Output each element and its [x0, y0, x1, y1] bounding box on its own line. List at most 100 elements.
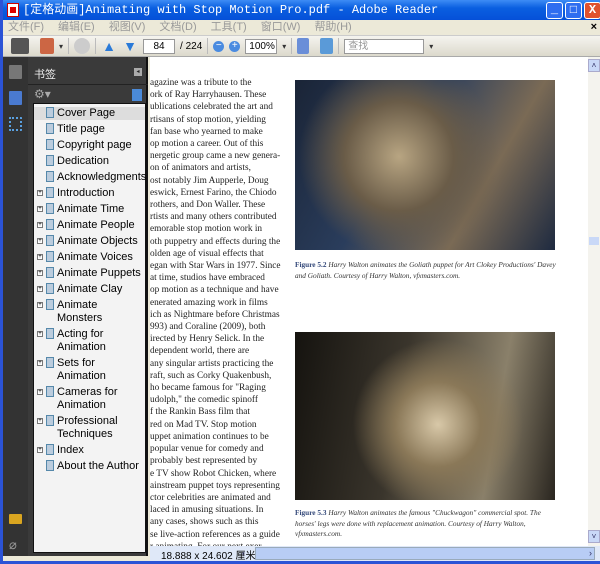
bookmark-label: Sets for Animation — [57, 357, 106, 382]
collapse-panel-button[interactable]: ◂ — [134, 68, 142, 76]
expand-icon[interactable]: + — [37, 222, 43, 228]
close-button[interactable]: X — [584, 2, 600, 19]
chevron-down-icon[interactable]: ▾ — [429, 42, 433, 51]
bookmark-label: Dedication — [57, 155, 109, 167]
full-screen-icon[interactable] — [320, 38, 334, 54]
scroll-left-button[interactable]: ‹ — [242, 548, 245, 558]
text-line: popular venue for comedy and — [150, 444, 264, 455]
expand-icon[interactable]: + — [37, 331, 43, 337]
comments-icon[interactable] — [9, 514, 22, 524]
bookmark-item[interactable]: Copyright page — [34, 139, 145, 152]
text-line: udolph," the comedic spinoff — [150, 395, 258, 406]
bookmark-item[interactable]: + Introduction — [34, 187, 145, 200]
bookmark-label: Index — [57, 444, 84, 456]
text-line: rtisans of stop motion, yielding — [150, 114, 266, 125]
bookmark-item[interactable]: Dedication — [34, 155, 145, 168]
bookmark-item[interactable]: + Professional Techniques — [34, 415, 145, 441]
expand-icon[interactable]: + — [37, 238, 43, 244]
text-line: op motion as a technique and have — [150, 285, 279, 296]
expand-icon[interactable]: + — [37, 254, 43, 260]
new-bookmark-icon[interactable] — [132, 89, 142, 101]
menu-edit[interactable]: 编辑(E) — [58, 20, 95, 35]
zoom-out-icon[interactable]: − — [213, 40, 225, 52]
expand-icon[interactable]: + — [37, 190, 43, 196]
horizontal-scrollbar[interactable]: ‹ › — [242, 547, 595, 560]
bookmark-item[interactable]: About the Author — [34, 460, 145, 473]
vertical-scrollbar[interactable]: ˄ ˅ — [588, 57, 600, 546]
scroll-thumb[interactable] — [589, 237, 599, 245]
attachments-icon[interactable]: ⌀ — [9, 537, 22, 552]
text-line: 993) and Coraline (2009), both — [150, 322, 266, 333]
menu-file[interactable]: 文件(F) — [8, 20, 44, 35]
figure-label: Figure 5.2 — [295, 260, 327, 269]
bookmark-item[interactable]: + Index — [34, 444, 145, 457]
bookmark-item[interactable]: + Sets for Animation — [34, 357, 145, 383]
page-number-input[interactable]: 84 — [143, 38, 176, 54]
bookmark-item[interactable]: + Animate Objects — [34, 235, 145, 248]
menu-view[interactable]: 视图(V) — [109, 20, 146, 35]
text-line: eswick, Ernest Farino, the Chiodo — [150, 187, 277, 198]
bookmark-item[interactable]: + Animate Voices — [34, 251, 145, 264]
menu-window[interactable]: 窗口(W) — [261, 20, 301, 35]
menu-tools[interactable]: 工具(T) — [211, 20, 247, 35]
chevron-down-icon[interactable]: ▾ — [282, 42, 286, 51]
bookmark-item[interactable]: + Animate Clay — [34, 283, 145, 296]
expand-icon[interactable]: + — [37, 389, 43, 395]
gear-icon[interactable]: ⚙▾ — [34, 87, 51, 101]
text-line: f the Rankin Bass film that — [150, 407, 250, 418]
chevron-down-icon[interactable]: ▾ — [59, 42, 63, 51]
fit-page-icon[interactable] — [297, 38, 310, 54]
bookmark-item[interactable]: + Animate Time — [34, 203, 145, 216]
bookmark-item[interactable]: + Animate People — [34, 219, 145, 232]
pages-icon[interactable] — [9, 65, 22, 79]
bookmark-item[interactable]: + Cameras for Animation — [34, 386, 145, 412]
text-line: nergetic group came a new genera- — [150, 151, 281, 162]
zoom-in-icon[interactable]: + — [229, 40, 241, 52]
figure-label: Figure 5.3 — [295, 508, 327, 517]
bookmark-page-icon — [46, 203, 54, 214]
bookmark-item[interactable]: Acknowledgments — [34, 171, 146, 184]
next-page-icon[interactable]: ▼ — [122, 38, 138, 54]
menu-help[interactable]: 帮助(H) — [314, 20, 351, 35]
bookmark-label: Animate Monsters — [57, 299, 103, 324]
text-line: emorable stop motion work in — [150, 224, 263, 235]
menu-bar: 文件(F) 编辑(E) 视图(V) 文档(D) 工具(T) 窗口(W) 帮助(H… — [3, 20, 600, 35]
expand-icon[interactable]: + — [37, 206, 43, 212]
maximize-button[interactable]: □ — [565, 2, 582, 19]
text-line: fan base who yearned to make — [150, 126, 263, 137]
expand-icon[interactable]: + — [37, 360, 43, 366]
bookmark-page-icon — [46, 139, 54, 150]
scroll-right-button[interactable]: › — [589, 548, 592, 558]
expand-icon[interactable]: + — [37, 286, 43, 292]
search-input[interactable]: 查找 — [344, 38, 425, 54]
bookmark-item[interactable]: Cover Page — [34, 107, 145, 120]
bookmark-page-icon — [46, 415, 54, 426]
text-line: rothers, and Don Waller. These — [150, 200, 266, 211]
caption-text: Harry Walton animates the Goliath puppet… — [295, 260, 556, 280]
print-icon[interactable] — [11, 38, 29, 54]
create-pdf-icon[interactable] — [40, 38, 54, 54]
bookmark-page-icon — [46, 357, 54, 368]
previous-page-icon[interactable]: ▲ — [101, 38, 117, 54]
bookmark-item[interactable]: + Animate Puppets — [34, 267, 145, 280]
bookmark-label: Animate Time — [57, 203, 125, 215]
figure-5-2-caption: Figure 5.2 Harry Walton animates the Gol… — [295, 260, 557, 281]
model-tree-icon[interactable] — [9, 117, 22, 131]
bookmark-item[interactable]: + Acting for Animation — [34, 328, 145, 354]
expand-icon[interactable]: + — [37, 447, 43, 453]
close-document-button[interactable]: × — [591, 20, 597, 35]
minimize-button[interactable]: _ — [546, 2, 563, 19]
text-line: ho became famous for "Raging — [150, 383, 266, 394]
bookmarks-icon[interactable] — [9, 91, 22, 105]
zoom-level-select[interactable]: 100% — [245, 38, 278, 54]
expand-icon[interactable]: + — [37, 418, 43, 424]
scroll-down-button[interactable]: ˅ — [588, 530, 600, 543]
bookmark-item[interactable]: Title page — [34, 123, 145, 136]
scroll-up-button[interactable]: ˄ — [588, 59, 600, 72]
collaborate-icon[interactable] — [74, 38, 91, 54]
text-line: e TV show Robot Chicken, where — [150, 468, 277, 479]
bookmark-item[interactable]: + Animate Monsters — [34, 299, 145, 325]
menu-document[interactable]: 文档(D) — [159, 20, 196, 35]
expand-icon[interactable]: + — [37, 270, 43, 276]
expand-icon[interactable]: + — [37, 302, 43, 308]
